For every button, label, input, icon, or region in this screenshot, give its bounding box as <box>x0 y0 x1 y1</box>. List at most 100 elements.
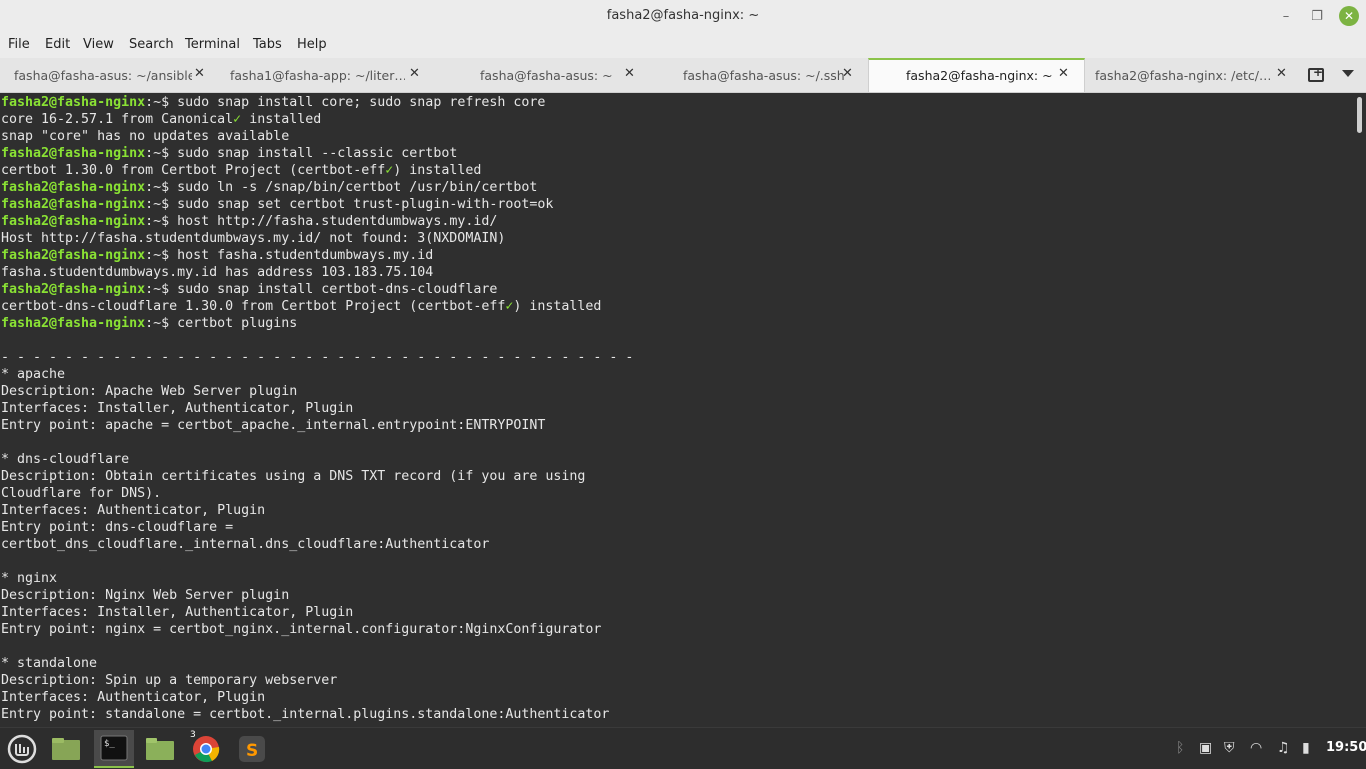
terminal-output-line: Entry point: standalone = certbot._inter… <box>1 706 609 723</box>
close-tab-icon[interactable]: ✕ <box>842 66 853 81</box>
tab-label: fasha2@fasha-nginx: ~ <box>906 68 1053 83</box>
command-text: sudo snap install certbot-dns-cloudflare <box>177 282 498 297</box>
terminal-output[interactable]: fasha2@fasha-nginx:~$ sudo snap install … <box>0 93 1354 727</box>
terminal-command-line: fasha2@fasha-nginx:~$ sudo snap install … <box>1 94 545 111</box>
mint-menu-icon[interactable] <box>2 730 42 768</box>
command-text: sudo snap set certbot trust-plugin-with-… <box>177 197 554 212</box>
command-text: host fasha.studentdumbways.my.id <box>177 248 434 263</box>
bluetooth-icon[interactable]: ᛒ <box>1176 740 1184 756</box>
terminal-output-line: * apache <box>1 366 65 383</box>
command-text: sudo snap install core; sudo snap refres… <box>177 95 546 110</box>
prompt-path: :~$ <box>145 95 178 110</box>
terminal-output-line: Description: Spin up a temporary webserv… <box>1 672 337 689</box>
command-text: sudo ln -s /snap/bin/certbot /usr/bin/ce… <box>177 180 538 195</box>
terminal-output-line: * nginx <box>1 570 57 587</box>
terminal-command-line: fasha2@fasha-nginx:~$ host fasha.student… <box>1 247 433 264</box>
terminal-command-line: fasha2@fasha-nginx:~$ certbot plugins <box>1 315 297 332</box>
output-text-suffix: ) installed <box>393 163 482 178</box>
files-icon[interactable] <box>140 730 180 768</box>
prompt-path: :~$ <box>145 282 178 297</box>
terminal-output-line: Description: Nginx Web Server plugin <box>1 587 289 604</box>
tab-label: fasha@fasha-asus: ~/.ssh <box>683 68 845 83</box>
terminal-output-line: * standalone <box>1 655 97 672</box>
output-text: Description: Spin up a temporary webserv… <box>1 673 338 688</box>
tab-label: fasha1@fasha-app: ~/liter… <box>230 68 405 83</box>
output-text: certbot-dns-cloudflare 1.30.0 from Certb… <box>1 299 506 314</box>
tab-fasha-app[interactable]: fasha1@fasha-app: ~/liter… ✕ <box>217 58 434 92</box>
tab-ssh[interactable]: fasha@fasha-asus: ~/.ssh ✕ <box>651 58 868 92</box>
prompt-path: :~$ <box>145 146 178 161</box>
terminal-output-line: Entry point: apache = certbot_apache._in… <box>1 417 545 434</box>
menu-terminal[interactable]: Terminal <box>185 37 240 52</box>
output-text-suffix: ) installed <box>513 299 602 314</box>
terminal-command-line: fasha2@fasha-nginx:~$ sudo snap set cert… <box>1 196 553 213</box>
tab-etc[interactable]: fasha2@fasha-nginx: /etc/… ✕ <box>1085 58 1300 92</box>
tab-ansible[interactable]: fasha@fasha-asus: ~/ansible ✕ <box>0 58 217 92</box>
volume-icon[interactable]: ♫ <box>1277 740 1290 756</box>
menu-view[interactable]: View <box>83 37 114 52</box>
taskbar: $_ 3 S ᛒ ▣ ⛨ ◠ ♫ ▮ 19:50 <box>0 727 1366 769</box>
output-text: Interfaces: Authenticator, Plugin <box>1 690 266 705</box>
prompt-user-host: fasha2@fasha-nginx <box>1 146 146 161</box>
output-text-suffix: installed <box>241 112 322 127</box>
terminal-icon[interactable]: $_ <box>94 730 134 768</box>
close-tab-icon[interactable]: ✕ <box>194 66 205 81</box>
output-text: Description: Obtain certificates using a… <box>1 469 586 484</box>
scrollbar[interactable] <box>1354 93 1366 727</box>
battery-icon[interactable]: ▮ <box>1302 740 1310 756</box>
close-tab-icon[interactable]: ✕ <box>624 66 635 81</box>
show-desktop-icon[interactable] <box>46 730 86 768</box>
sublime-text-icon[interactable]: S <box>232 730 272 768</box>
wifi-icon[interactable]: ◠ <box>1250 740 1262 756</box>
menu-help[interactable]: Help <box>297 37 327 52</box>
prompt-user-host: fasha2@fasha-nginx <box>1 214 146 229</box>
menu-edit[interactable]: Edit <box>45 37 70 52</box>
terminal-command-line: fasha2@fasha-nginx:~$ sudo ln -s /snap/b… <box>1 179 537 196</box>
scrollbar-thumb[interactable] <box>1357 97 1362 133</box>
maximize-button[interactable]: ❐ <box>1307 6 1327 26</box>
tab-fasha-nginx[interactable]: fasha2@fasha-nginx: ~ ✕ <box>868 58 1085 92</box>
close-tab-icon[interactable]: ✕ <box>1058 66 1069 81</box>
clipboard-icon[interactable]: ▣ <box>1199 740 1212 756</box>
menu-bar: File Edit View Search Terminal Tabs Help <box>0 32 1366 58</box>
output-text: Interfaces: Installer, Authenticator, Pl… <box>1 401 354 416</box>
chrome-window-count: 3 <box>190 730 196 740</box>
clock[interactable]: 19:50 <box>1326 740 1366 755</box>
menu-file[interactable]: File <box>8 37 30 52</box>
output-text: certbot_dns_cloudflare._internal.dns_clo… <box>1 537 490 552</box>
output-text: * dns-cloudflare <box>1 452 130 467</box>
new-tab-icon[interactable] <box>1308 65 1324 82</box>
tab-list-dropdown-icon[interactable] <box>1342 70 1354 77</box>
output-text: snap "core" has no updates available <box>1 129 290 144</box>
output-text: Interfaces: Installer, Authenticator, Pl… <box>1 605 354 620</box>
prompt-user-host: fasha2@fasha-nginx <box>1 95 146 110</box>
terminal-output-line: Interfaces: Installer, Authenticator, Pl… <box>1 604 353 621</box>
prompt-path: :~$ <box>145 316 178 331</box>
window-titlebar[interactable]: fasha2@fasha-nginx: ~ – ❐ ✕ <box>0 0 1366 32</box>
terminal-output-line: Entry point: nginx = certbot_nginx._inte… <box>1 621 601 638</box>
tab-bar: fasha@fasha-asus: ~/ansible ✕ fasha1@fas… <box>0 58 1366 93</box>
terminal-output-line: certbot-dns-cloudflare 1.30.0 from Certb… <box>1 298 601 315</box>
minimize-button[interactable]: – <box>1276 6 1296 26</box>
close-tab-icon[interactable]: ✕ <box>409 66 420 81</box>
terminal-output-line: snap "core" has no updates available <box>1 128 289 145</box>
prompt-path: :~$ <box>145 248 178 263</box>
chrome-icon[interactable]: 3 <box>186 730 226 768</box>
output-text: Cloudflare for DNS). <box>1 486 162 501</box>
prompt-user-host: fasha2@fasha-nginx <box>1 316 146 331</box>
close-tab-icon[interactable]: ✕ <box>1276 66 1287 81</box>
publisher-verified-icon: ✓ <box>233 112 242 127</box>
terminal-output-line: Interfaces: Authenticator, Plugin <box>1 689 265 706</box>
prompt-user-host: fasha2@fasha-nginx <box>1 197 146 212</box>
output-text: Entry point: apache = certbot_apache._in… <box>1 418 546 433</box>
menu-tabs[interactable]: Tabs <box>253 37 282 52</box>
prompt-user-host: fasha2@fasha-nginx <box>1 282 146 297</box>
menu-search[interactable]: Search <box>129 37 174 52</box>
terminal-output-line: fasha.studentdumbways.my.id has address … <box>1 264 433 281</box>
close-button[interactable]: ✕ <box>1339 6 1359 26</box>
terminal-output-line: Cloudflare for DNS). <box>1 485 161 502</box>
terminal-output-line: Interfaces: Authenticator, Plugin <box>1 502 265 519</box>
shield-icon[interactable]: ⛨ <box>1224 740 1235 756</box>
prompt-path: :~$ <box>145 197 178 212</box>
tab-fasha-asus[interactable]: fasha@fasha-asus: ~ ✕ <box>434 58 651 92</box>
